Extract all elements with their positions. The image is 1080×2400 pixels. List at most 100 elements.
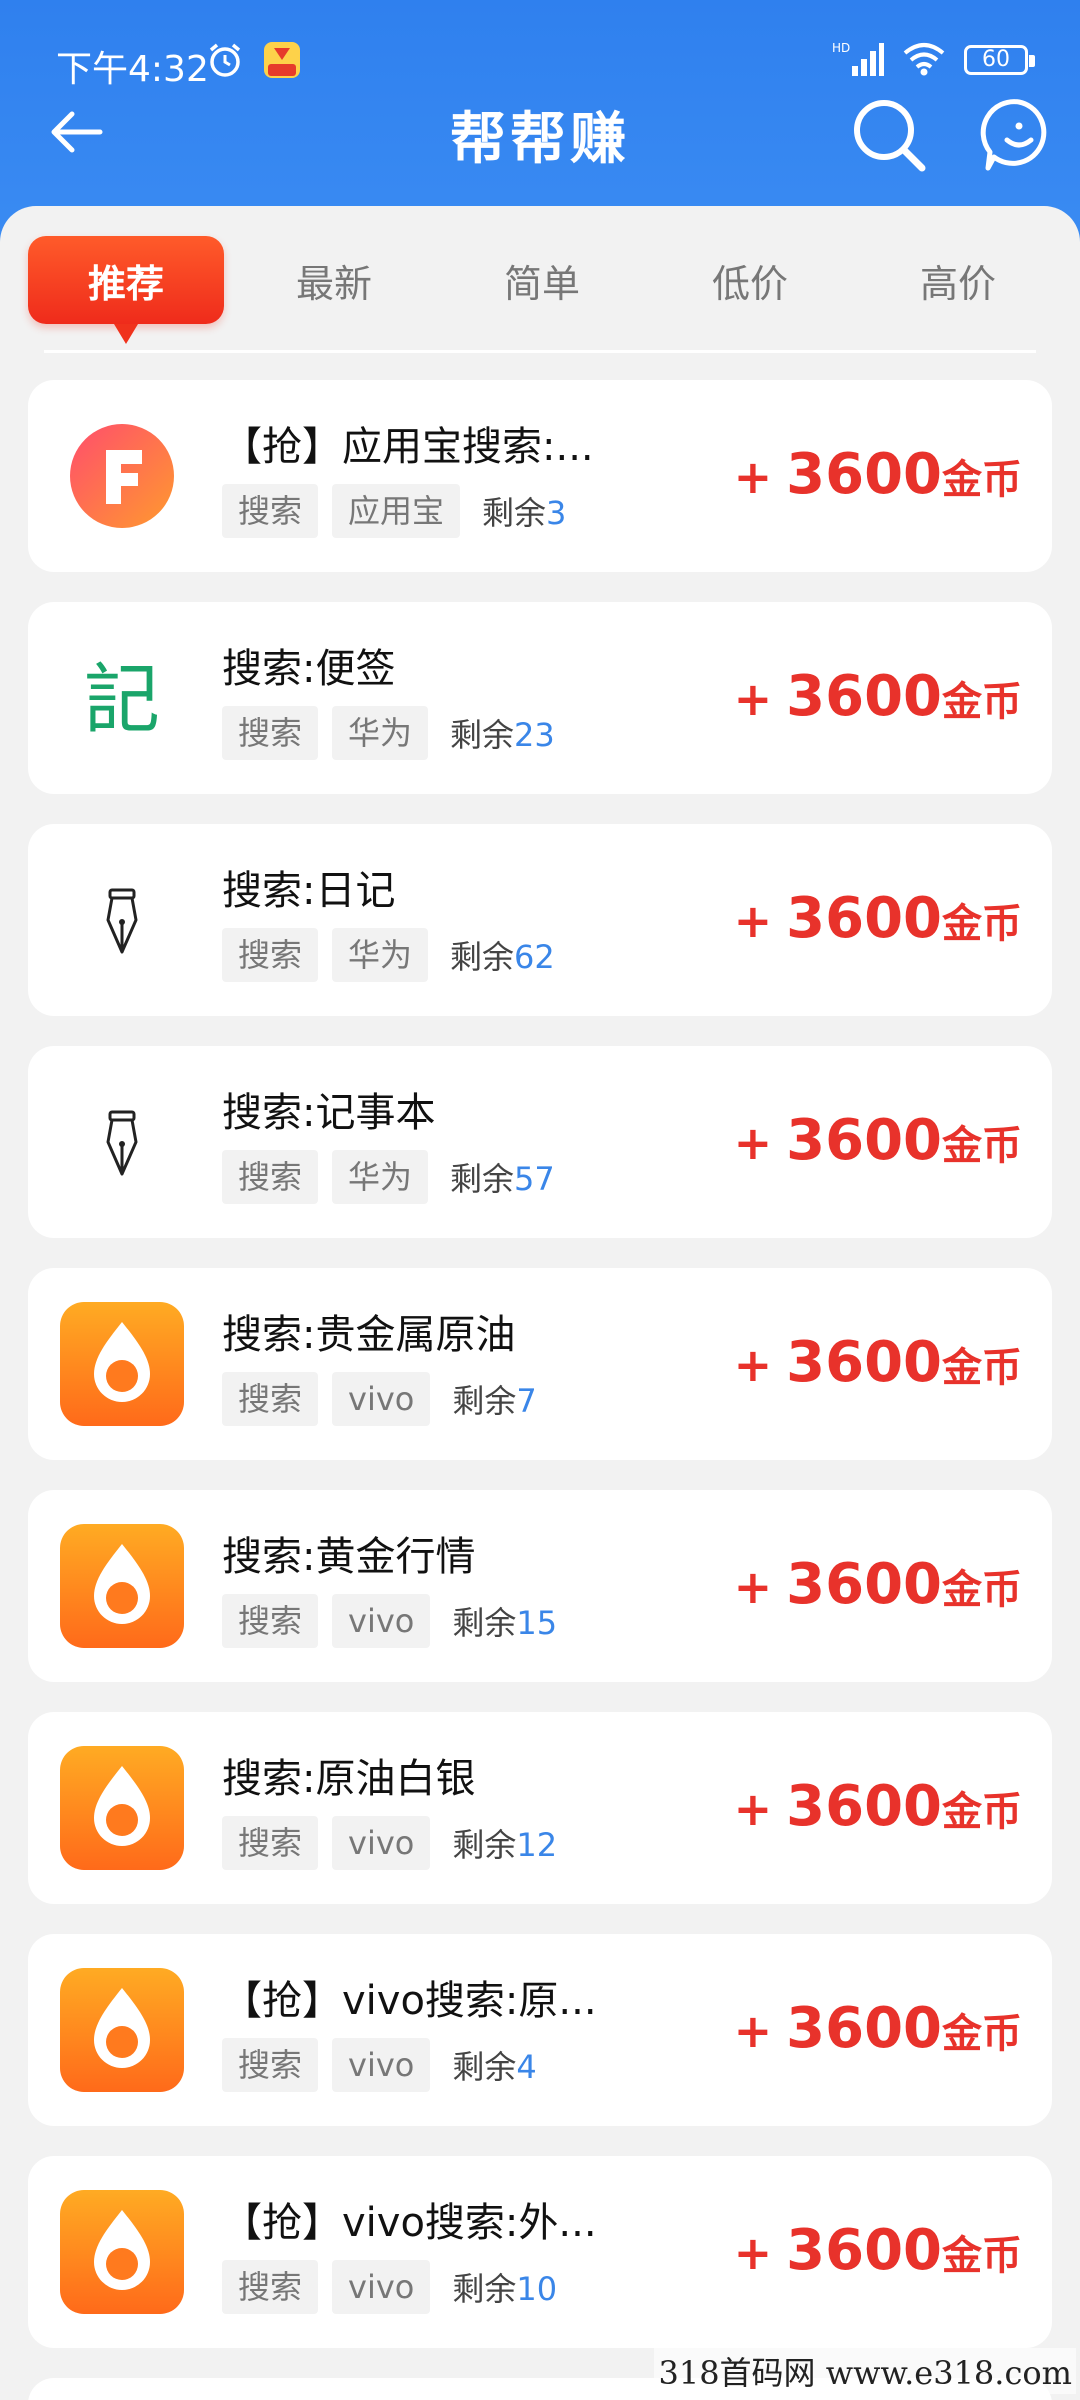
app-store-f-icon: [60, 414, 184, 538]
search-button[interactable]: [850, 96, 928, 174]
remaining-number: 57: [514, 1160, 555, 1198]
tab-recommended[interactable]: 推荐: [28, 236, 224, 344]
reward-unit: 金币: [942, 1567, 1022, 1613]
task-card[interactable]: 搜索:日记 搜索 华为 剩余62 +3600 金币: [28, 824, 1052, 1016]
alarm-clock-icon: [206, 41, 244, 83]
reward-plus: +: [733, 1782, 773, 1836]
reward: +3600 金币: [734, 2218, 1022, 2283]
tag: vivo: [332, 2038, 431, 2092]
task-card[interactable]: 【抢】vivo搜索:原... 搜索 vivo 剩余4 +3600 金币: [28, 1934, 1052, 2126]
task-card[interactable]: 【抢】vivo搜索:外... 搜索 vivo 剩余10 +3600 金币: [28, 2156, 1052, 2348]
remaining-label: 剩余: [450, 1160, 515, 1198]
message-button[interactable]: [980, 96, 1058, 174]
oil-drop-icon: [60, 1302, 184, 1426]
chat-bubble-icon: [980, 99, 1047, 171]
reward: +3600 金币: [734, 1996, 1022, 2061]
remaining-count: 剩余10: [452, 2264, 557, 2310]
reward-unit: 金币: [942, 2011, 1022, 2057]
tag: 搜索: [222, 1150, 319, 1204]
reward: +3600 金币: [734, 664, 1022, 729]
task-tags: 搜索 vivo 剩余15: [222, 1594, 557, 1648]
reward-unit: 金币: [942, 679, 1022, 725]
watermark: 318首码网 www.e318.com: [654, 2348, 1076, 2394]
status-left-icons: [206, 40, 302, 84]
reward-plus: +: [733, 894, 773, 948]
remaining-number: 62: [514, 938, 555, 976]
remaining-number: 12: [516, 1826, 558, 1864]
signal-icon: HD: [832, 40, 884, 80]
network-type: HD: [832, 41, 850, 55]
remaining-number: 23: [514, 716, 555, 754]
tab-high-price[interactable]: 高价: [860, 236, 1056, 324]
reward-plus: +: [733, 2226, 773, 2280]
tag: 搜索: [222, 2038, 319, 2092]
remaining-label: 剩余: [452, 1826, 517, 1864]
task-tags: 搜索 vivo 剩余10: [222, 2260, 557, 2314]
battery-icon: 60: [964, 45, 1035, 75]
remaining-label: 剩余: [482, 494, 547, 532]
status-right: HD 60: [832, 40, 1035, 80]
tag: 应用宝: [332, 484, 461, 538]
task-card[interactable]: 搜索:记事本 搜索 华为 剩余57 +3600 金币: [28, 1046, 1052, 1238]
task-tags: 搜索 华为 剩余23: [222, 706, 555, 760]
task-tags: 搜索 vivo 剩余7: [222, 1372, 537, 1426]
task-title: 【抢】应用宝搜索:...: [222, 424, 594, 470]
task-card[interactable]: 記 搜索:便签 搜索 华为 剩余23 +3600 金币: [28, 602, 1052, 794]
task-title: 搜索:便签: [222, 646, 396, 692]
task-tags: 搜索 华为 剩余62: [222, 928, 555, 982]
task-title: 【抢】vivo搜索:原...: [222, 1978, 597, 2024]
remaining-count: 剩余62: [450, 932, 555, 978]
status-time: 下午4:32: [56, 49, 209, 90]
tabs-divider: [44, 350, 1036, 353]
oil-drop-icon: [60, 1524, 184, 1648]
reward: +3600 金币: [734, 1774, 1022, 1839]
oil-drop-icon: [60, 2190, 184, 2314]
remaining-number: 10: [516, 2270, 558, 2308]
task-tags: 搜索 华为 剩余57: [222, 1150, 555, 1204]
remaining-count: 剩余57: [450, 1154, 555, 1200]
task-tags: 搜索 vivo 剩余4: [222, 2038, 537, 2092]
remaining-number: 4: [516, 2048, 537, 2086]
reward-plus: +: [733, 1560, 773, 1614]
reward-plus: +: [733, 1338, 773, 1392]
task-card[interactable]: 搜索:贵金属原油 搜索 vivo 剩余7 +3600 金币: [28, 1268, 1052, 1460]
reward: +3600 金币: [734, 886, 1022, 951]
remaining-label: 剩余: [450, 938, 515, 976]
notes-ji-icon: 記: [60, 636, 184, 760]
remaining-label: 剩余: [452, 1382, 517, 1420]
remaining-label: 剩余: [450, 716, 515, 754]
reward-amount: 3600: [786, 1108, 942, 1173]
tag: 搜索: [222, 706, 319, 760]
tab-newest[interactable]: 最新: [236, 236, 432, 324]
reward-amount: 3600: [786, 442, 942, 507]
category-tabs: 推荐 最新 简单 低价 高价: [28, 228, 1052, 344]
reward-unit: 金币: [942, 457, 1022, 503]
reward: +3600 金币: [734, 1552, 1022, 1617]
reward-unit: 金币: [942, 901, 1022, 947]
tab-simple[interactable]: 简单: [444, 236, 640, 324]
remaining-count: 剩余15: [452, 1598, 557, 1644]
oil-drop-icon: [60, 1746, 184, 1870]
pen-nib-icon: [60, 858, 184, 982]
svg-text:記: 記: [84, 655, 160, 744]
task-card[interactable]: 搜索:黄金行情 搜索 vivo 剩余15 +3600 金币: [28, 1490, 1052, 1682]
reward-amount: 3600: [786, 886, 942, 951]
task-title: 搜索:贵金属原油: [222, 1312, 516, 1358]
reward: +3600 金币: [734, 442, 1022, 507]
remaining-label: 剩余: [452, 2270, 517, 2308]
content-panel: 推荐 最新 简单 低价 高价 【抢】应用宝搜索:... 搜索 应用宝 剩余3 +…: [0, 206, 1080, 2400]
reward-amount: 3600: [786, 1552, 942, 1617]
task-title: 搜索:日记: [222, 868, 396, 914]
task-card[interactable]: 【抢】应用宝搜索:... 搜索 应用宝 剩余3 +3600 金币: [28, 380, 1052, 572]
tag: 搜索: [222, 1816, 319, 1870]
tab-low-price[interactable]: 低价: [652, 236, 848, 324]
remaining-count: 剩余12: [452, 1820, 557, 1866]
task-card[interactable]: 搜索:原油白银 搜索 vivo 剩余12 +3600 金币: [28, 1712, 1052, 1904]
task-title: 【抢】vivo搜索:外...: [222, 2200, 597, 2246]
tag: vivo: [332, 2260, 431, 2314]
reward-amount: 3600: [786, 1330, 942, 1395]
remaining-label: 剩余: [452, 2048, 517, 2086]
remaining-number: 3: [546, 494, 567, 532]
reward-plus: +: [733, 672, 773, 726]
tag: 搜索: [222, 1594, 319, 1648]
